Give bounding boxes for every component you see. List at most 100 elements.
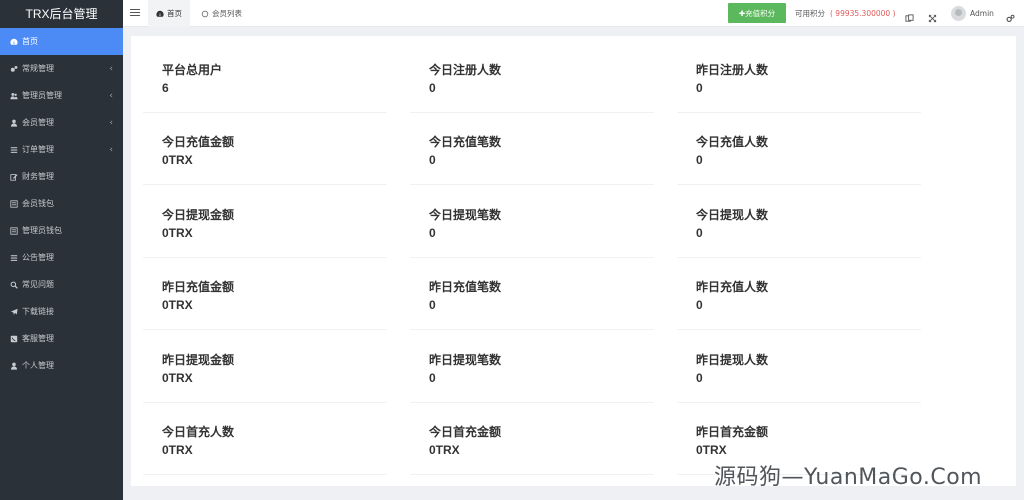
stat-title: 昨日充值金额 xyxy=(162,280,235,294)
tab-label: 会员列表 xyxy=(212,9,242,18)
credits-label: 可用积分 xyxy=(795,9,825,18)
stat-card: 今日提现金额 0TRX xyxy=(143,186,387,258)
stat-title: 今日提现笔数 xyxy=(429,208,502,222)
stat-card: 今日首充金额 0TRX xyxy=(410,403,654,475)
sidebar: TRX后台管理 首页 常规管理 ‹ 管理员管理 ‹ 会员管理 ‹ 订单管理 ‹ 财务管理 会员钱包管… xyxy=(0,0,123,500)
tab-member-list[interactable]: 会员列表 xyxy=(193,0,250,27)
users-icon xyxy=(9,91,18,100)
sidebar-item-label: 个人管理 xyxy=(22,361,54,370)
stat-title: 今日提现金额 xyxy=(162,208,235,222)
sidebar-item[interactable]: 个人管理 xyxy=(0,352,123,379)
stat-card: 昨日充值金额 0TRX xyxy=(143,258,387,330)
sidebar-item-label: 财务管理 xyxy=(22,172,54,181)
avatar[interactable] xyxy=(951,6,966,21)
sidebar-menu: 首页 常规管理 ‹ 管理员管理 ‹ 会员管理 ‹ 订单管理 ‹ 财务管理 会员钱包 管理员钱包 公告管理… xyxy=(0,28,123,379)
plane-icon xyxy=(9,307,18,316)
username[interactable]: Admin xyxy=(970,0,994,27)
stat-title: 昨日首充金额 xyxy=(696,425,769,439)
sidebar-item[interactable]: 管理员管理 ‹ xyxy=(0,82,123,109)
tab-home[interactable]: 首页 xyxy=(148,0,190,27)
sidebar-item[interactable]: 会员钱包 xyxy=(0,190,123,217)
stat-value: 0 xyxy=(429,298,436,312)
sidebar-item[interactable]: 下载链接 xyxy=(0,298,123,325)
divider xyxy=(143,184,387,185)
dashboard-icon xyxy=(9,37,18,46)
edit-icon xyxy=(9,172,18,181)
phone-square-icon xyxy=(9,334,18,343)
clear-cache-icon[interactable] xyxy=(905,8,916,22)
sidebar-item-label: 会员管理 xyxy=(22,118,54,127)
gear-icon[interactable] xyxy=(1006,8,1017,23)
chevron-left-icon: ‹ xyxy=(109,145,113,155)
recharge-credits-button[interactable]: ✚充值积分 xyxy=(728,3,786,23)
stat-card: 今日首充人数 0TRX xyxy=(143,403,387,475)
stat-card: 今日充值金额 0TRX xyxy=(143,113,387,185)
stat-card: 昨日充值人数 0 xyxy=(677,258,921,330)
user-icon xyxy=(9,361,18,370)
sidebar-item[interactable]: 客服管理 xyxy=(0,325,123,352)
divider xyxy=(677,329,921,330)
list-icon xyxy=(9,145,18,154)
stat-value: 0TRX xyxy=(696,443,727,457)
topbar: 首页 会员列表 ✚充值积分 可用积分 ( 99935.300000 ) Admi… xyxy=(123,0,1024,27)
search-icon xyxy=(9,280,18,289)
stat-card: 昨日提现金额 0TRX xyxy=(143,331,387,403)
sidebar-item[interactable]: 常见问题 xyxy=(0,271,123,298)
sidebar-item-label: 常见问题 xyxy=(22,280,54,289)
stat-title: 今日充值金额 xyxy=(162,135,235,149)
list-icon xyxy=(9,253,18,262)
stat-title: 昨日充值笔数 xyxy=(429,280,502,294)
list-alt-icon xyxy=(9,199,18,208)
sidebar-item[interactable]: 财务管理 xyxy=(0,163,123,190)
available-credits: 可用积分 ( 99935.300000 ) xyxy=(795,0,896,27)
chevron-left-icon: ‹ xyxy=(109,91,113,101)
stat-title: 昨日充值人数 xyxy=(696,280,769,294)
stat-value: 0 xyxy=(696,153,703,167)
stat-card: 今日注册人数 0 xyxy=(410,41,654,113)
sidebar-item-label: 常规管理 xyxy=(22,64,54,73)
dashboard-icon xyxy=(156,10,164,18)
sidebar-item-label: 管理员管理 xyxy=(22,91,62,100)
sidebar-item-label: 订单管理 xyxy=(22,145,54,154)
stat-card: 昨日注册人数 0 xyxy=(677,41,921,113)
brand-title: TRX后台管理 xyxy=(25,7,98,21)
stat-card: 平台总用户 6 xyxy=(143,41,387,113)
stat-value: 0 xyxy=(696,226,703,240)
stat-value: 0 xyxy=(429,81,436,95)
stat-value: 0TRX xyxy=(162,443,193,457)
sidebar-item[interactable]: 管理员钱包 xyxy=(0,217,123,244)
stat-title: 今日充值人数 xyxy=(696,135,769,149)
menu-toggle-icon[interactable] xyxy=(130,7,140,20)
user-icon xyxy=(9,118,18,127)
stat-value: 0 xyxy=(696,81,703,95)
divider xyxy=(143,474,387,475)
dashboard-panel: 平台总用户 6 今日注册人数 0 昨日注册人数 0 今日充值金额 0TRX 今日充值笔数 0 今日充… xyxy=(131,36,1016,486)
stat-value: 6 xyxy=(162,81,169,95)
sidebar-item[interactable]: 公告管理 xyxy=(0,244,123,271)
stat-title: 今日充值笔数 xyxy=(429,135,502,149)
stat-card: 今日充值人数 0 xyxy=(677,113,921,185)
stat-value: 0 xyxy=(696,298,703,312)
sidebar-item[interactable]: 订单管理 ‹ xyxy=(0,136,123,163)
cogs-icon xyxy=(9,64,18,73)
stat-title: 昨日提现人数 xyxy=(696,353,769,367)
stats-grid: 平台总用户 6 今日注册人数 0 昨日注册人数 0 今日充值金额 0TRX 今日充值笔数 0 今日充… xyxy=(131,36,1016,486)
stat-card: 昨日提现笔数 0 xyxy=(410,331,654,403)
divider xyxy=(143,329,387,330)
sidebar-item[interactable]: 首页 xyxy=(0,28,123,55)
stat-card: 昨日充值笔数 0 xyxy=(410,258,654,330)
stat-title: 今日首充人数 xyxy=(162,425,235,439)
list-alt-icon xyxy=(9,226,18,235)
sidebar-item[interactable]: 会员管理 ‹ xyxy=(0,109,123,136)
stat-value: 0 xyxy=(429,226,436,240)
stat-title: 昨日提现金额 xyxy=(162,353,235,367)
sidebar-item[interactable]: 常规管理 ‹ xyxy=(0,55,123,82)
stat-card: 今日提现人数 0 xyxy=(677,186,921,258)
watermark: 源码狗—YuanMaGo.Com xyxy=(714,465,983,490)
divider xyxy=(677,184,921,185)
stat-card: 今日提现笔数 0 xyxy=(410,186,654,258)
fullscreen-icon[interactable] xyxy=(928,8,939,23)
chevron-left-icon: ‹ xyxy=(109,64,113,74)
credits-amount: ( 99935.300000 ) xyxy=(830,9,896,18)
sidebar-item-label: 公告管理 xyxy=(22,253,54,262)
